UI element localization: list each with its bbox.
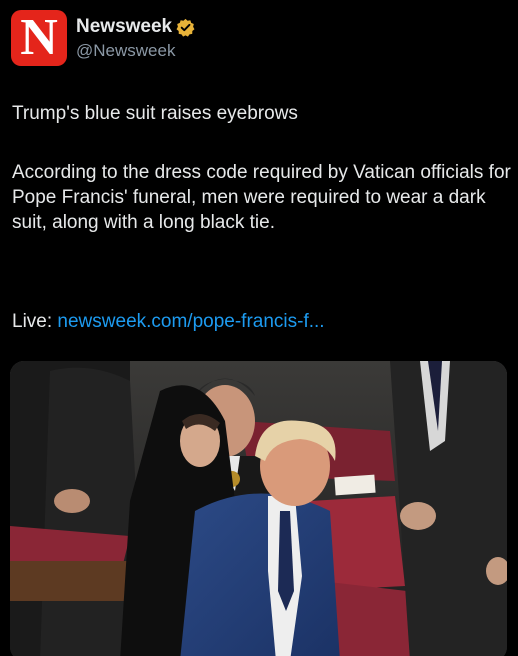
name-row: Newsweek	[76, 16, 195, 38]
user-handle[interactable]: @Newsweek	[76, 41, 195, 61]
photo-image	[10, 361, 507, 656]
avatar[interactable]: N	[11, 10, 67, 66]
newsweek-logo-icon: N	[20, 10, 58, 66]
tweet-headline: Trump's blue suit raises eyebrows	[12, 103, 298, 124]
tweet-header: N Newsweek @Newsweek	[11, 10, 195, 66]
tweet: N Newsweek @Newsweek Trump's blue suit r…	[0, 0, 518, 656]
live-label: Live:	[12, 311, 53, 332]
verified-badge-icon	[176, 18, 195, 37]
display-name[interactable]: Newsweek	[76, 16, 172, 38]
article-link[interactable]: newsweek.com/pope-francis-f...	[57, 311, 324, 332]
tweet-photo[interactable]	[10, 361, 507, 656]
tweet-live-line: Live: newsweek.com/pope-francis-f...	[12, 309, 512, 334]
author-info: Newsweek @Newsweek	[76, 10, 195, 61]
tweet-body: According to the dress code required by …	[12, 162, 511, 233]
